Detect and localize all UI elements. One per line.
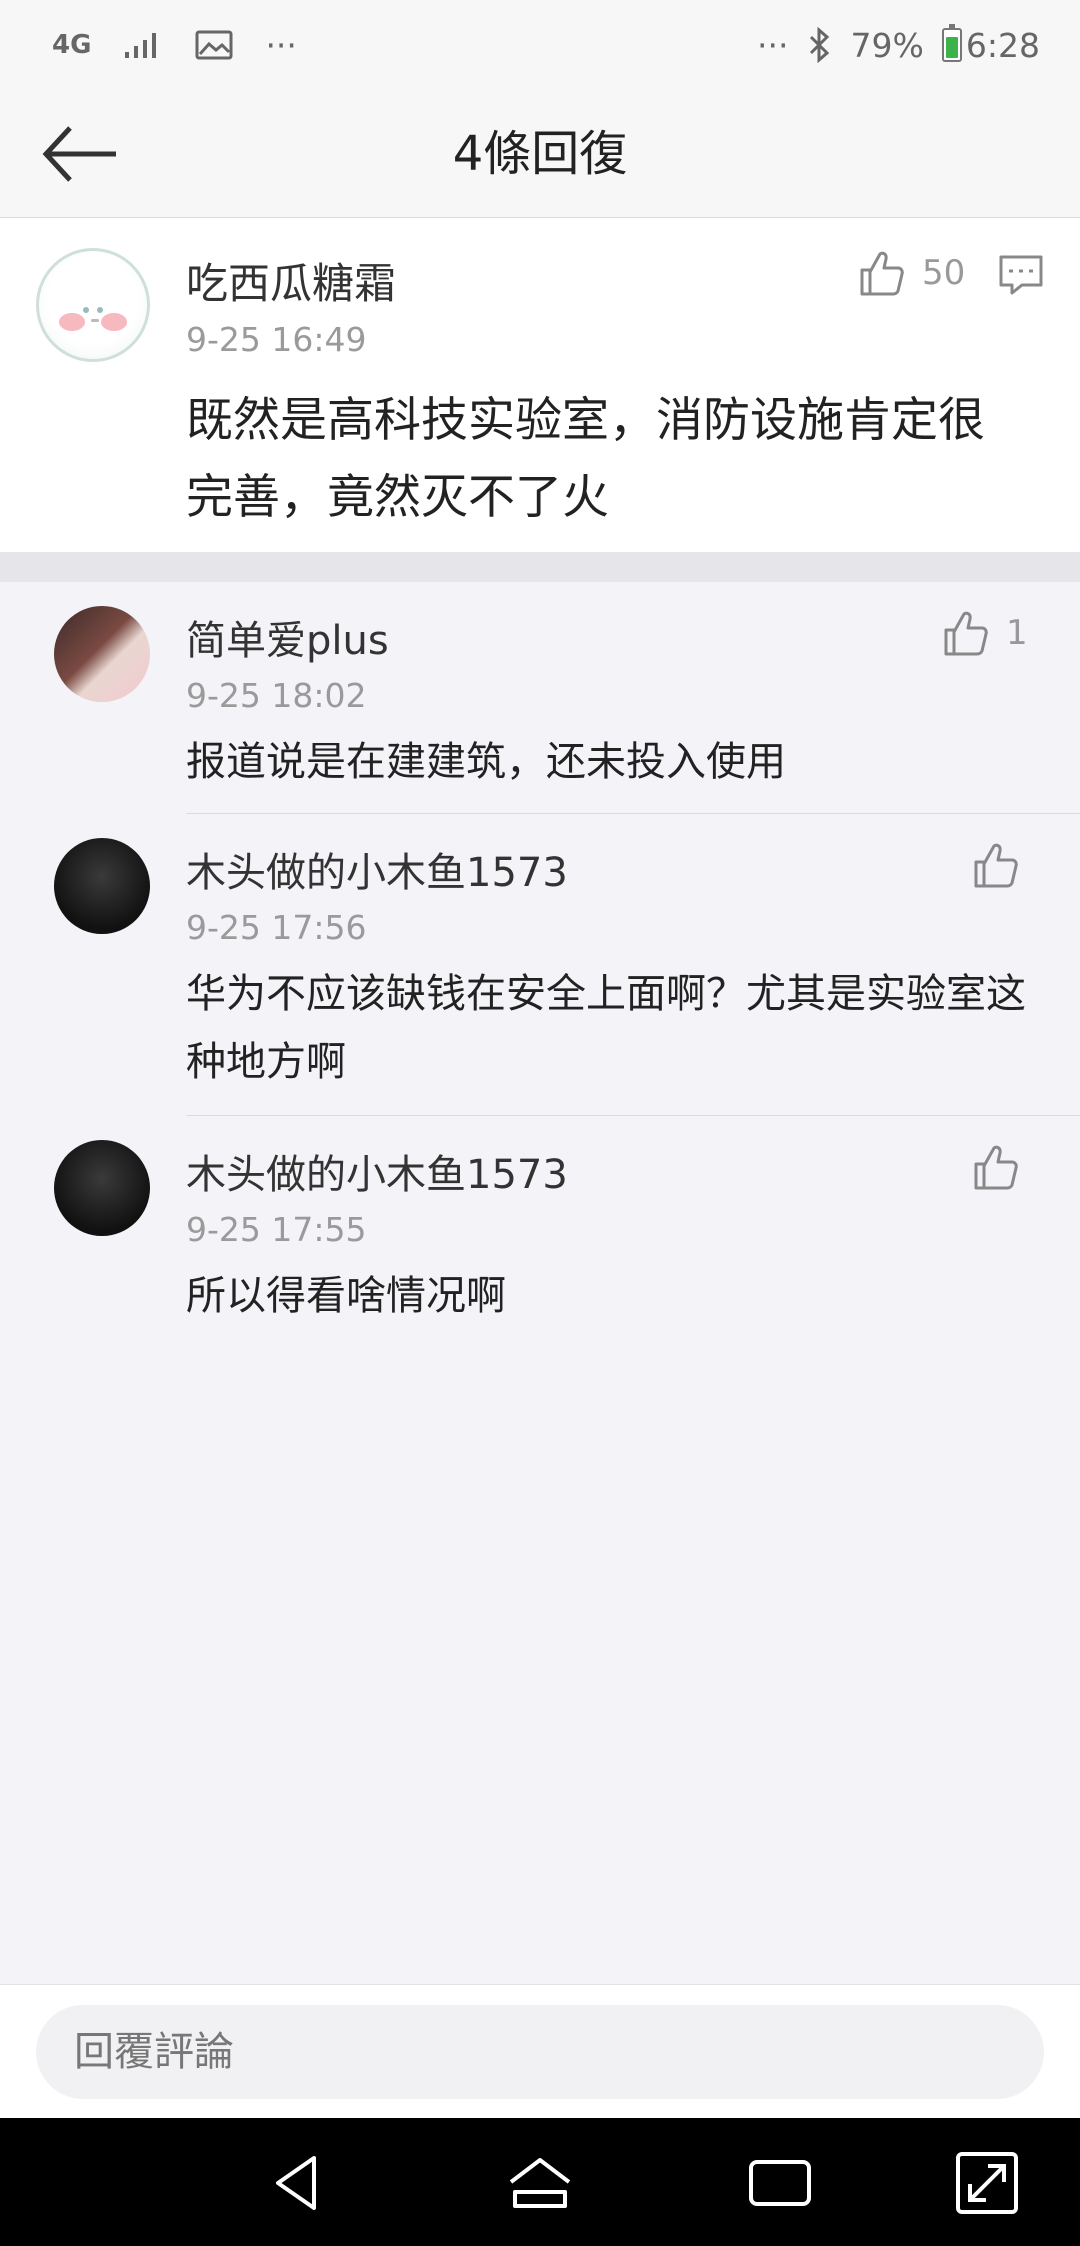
bluetooth-icon xyxy=(809,27,829,63)
comment-icon[interactable] xyxy=(998,254,1044,296)
status-bar: 4G ··· ··· 79% 6:28 xyxy=(0,0,1080,90)
more-status-icon: ··· xyxy=(757,25,789,65)
avatar-eye-left xyxy=(83,307,89,313)
avatar-eye-right xyxy=(97,307,103,313)
nav-bar: 4條回復 xyxy=(0,90,1080,218)
comment-text: 既然是高科技实验室，消防设施肯定很完善，竟然灭不了火 xyxy=(186,393,985,525)
recent-apps-icon[interactable] xyxy=(745,2148,815,2218)
avatar[interactable] xyxy=(54,1140,150,1236)
thumbs-up-icon xyxy=(974,843,1018,888)
like-count: 1 xyxy=(1006,613,1028,653)
back-arrow-icon[interactable] xyxy=(40,118,120,190)
thumbs-up-icon xyxy=(860,251,904,296)
back-icon[interactable] xyxy=(264,2148,334,2218)
avatar-blush-right xyxy=(101,313,127,331)
reply-input[interactable]: 回覆評論 xyxy=(36,2005,1044,2099)
reply-timestamp: 9-25 17:56 xyxy=(186,908,367,947)
home-icon[interactable] xyxy=(505,2148,575,2218)
avatar-blush-left xyxy=(59,313,85,331)
comment-timestamp: 9-25 16:49 xyxy=(186,320,367,359)
reply-text: 报道说是在建建筑，还未投入使用 xyxy=(186,739,786,785)
page-title: 4條回復 xyxy=(452,126,628,182)
expand-icon[interactable] xyxy=(952,2148,1022,2218)
thumbs-up-icon xyxy=(944,611,988,656)
like-button[interactable] xyxy=(970,1142,1020,1192)
battery-icon xyxy=(941,24,962,62)
reply-text: 所以得看啥情况啊 xyxy=(186,1273,506,1319)
reply-username[interactable]: 木头做的小木鱼1573 xyxy=(186,840,568,898)
avatar[interactable] xyxy=(54,838,150,934)
like-button[interactable] xyxy=(970,840,1020,890)
clock: 6:28 xyxy=(965,25,1040,65)
signal-icon xyxy=(125,33,157,58)
status-right: ··· 79% 6:28 xyxy=(757,24,1040,65)
reply-username[interactable]: 木头做的小木鱼1573 xyxy=(186,1142,568,1200)
thumbs-up-icon xyxy=(974,1145,1018,1190)
status-left: 4G ··· xyxy=(52,26,297,65)
reply-timestamp: 9-25 17:55 xyxy=(186,1210,367,1249)
reply-text: 华为不应该缺钱在安全上面啊？尤其是实验室这种地方啊 xyxy=(186,971,1026,1085)
avatar[interactable] xyxy=(36,248,150,362)
reply-input-bar: 回覆評論 xyxy=(0,1984,1080,2118)
more-notifications-icon: ··· xyxy=(265,25,297,65)
reply-timestamp: 9-25 18:02 xyxy=(186,676,367,715)
battery-percent: 79% xyxy=(850,25,924,65)
section-divider xyxy=(0,552,1080,582)
reply-username[interactable]: 简单爱plus xyxy=(186,608,389,666)
like-button[interactable]: 50 xyxy=(856,248,965,298)
image-icon xyxy=(195,30,233,60)
avatar[interactable] xyxy=(54,606,150,702)
like-count: 50 xyxy=(922,253,966,293)
like-button[interactable]: 1 xyxy=(940,608,1028,658)
system-nav-bar xyxy=(0,2118,1080,2246)
reply-item: 木头做的小木鱼1573 9-25 17:56 华为不应该缺钱在安全上面啊？尤其是… xyxy=(0,814,1080,1116)
avatar-mouth xyxy=(91,319,99,322)
reply-item: 木头做的小木鱼1573 9-25 17:55 所以得看啥情况啊 xyxy=(0,1116,1080,1346)
comment-username[interactable]: 吃西瓜糖霜 xyxy=(186,250,396,311)
main-comment: 吃西瓜糖霜 9-25 16:49 50 既然是高科技实验室，消防设施肯定很完善，… xyxy=(0,218,1080,552)
reply-item: 简单爱plus 9-25 18:02 1 报道说是在建建筑，还未投入使用 xyxy=(0,582,1080,814)
network-icon: 4G xyxy=(52,30,92,60)
